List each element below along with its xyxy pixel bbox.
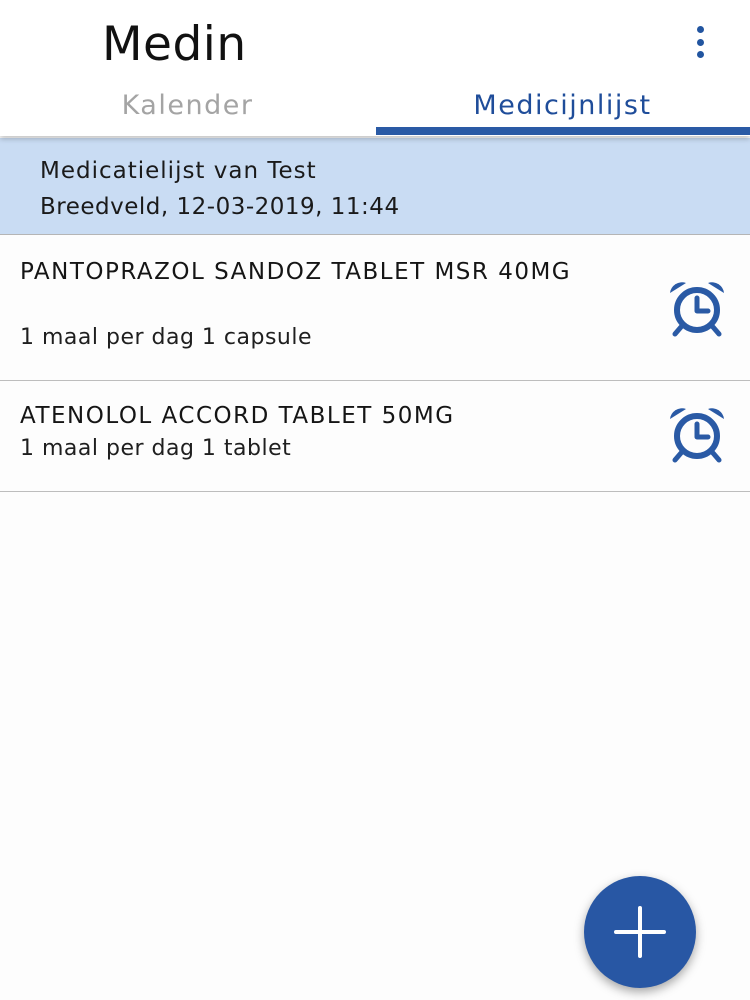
tab-medicijnlijst[interactable]: Medicijnlijst (375, 80, 750, 130)
medication-list-header: Medicatielijst van Test Breedveld, 12-03… (0, 138, 750, 235)
menu-dot (696, 51, 704, 58)
add-medication-button[interactable] (584, 876, 696, 988)
app-bar: Medin Kalender Medicijnlijst (0, 0, 750, 136)
medication-name: PANTOPRAZOL SANDOZ TABLET MSR 40MG (20, 259, 572, 285)
medication-dosage: 1 maal per dag 1 capsule (20, 325, 313, 350)
more-vertical-icon (696, 26, 704, 33)
list-title: Medicatielijst van Test (40, 158, 317, 184)
tab-kalender[interactable]: Kalender (0, 80, 375, 130)
menu-dot (696, 38, 704, 46)
tab-indicator (376, 127, 750, 135)
more-options-button[interactable] (680, 20, 720, 64)
alarm-clock-icon[interactable] (666, 405, 728, 463)
medication-dosage: 1 maal per dag 1 tablet (20, 436, 292, 461)
plus-icon (614, 906, 666, 958)
list-subtitle: Breedveld, 12-03-2019, 11:44 (40, 194, 400, 220)
medication-item[interactable]: PANTOPRAZOL SANDOZ TABLET MSR 40MG 1 maa… (0, 235, 750, 381)
alarm-clock-icon[interactable] (666, 279, 728, 337)
app-title: Medin (102, 17, 247, 72)
medication-item[interactable]: ATENOLOL ACCORD TABLET 50MG 1 maal per d… (0, 381, 750, 492)
medication-name: ATENOLOL ACCORD TABLET 50MG (20, 403, 455, 429)
